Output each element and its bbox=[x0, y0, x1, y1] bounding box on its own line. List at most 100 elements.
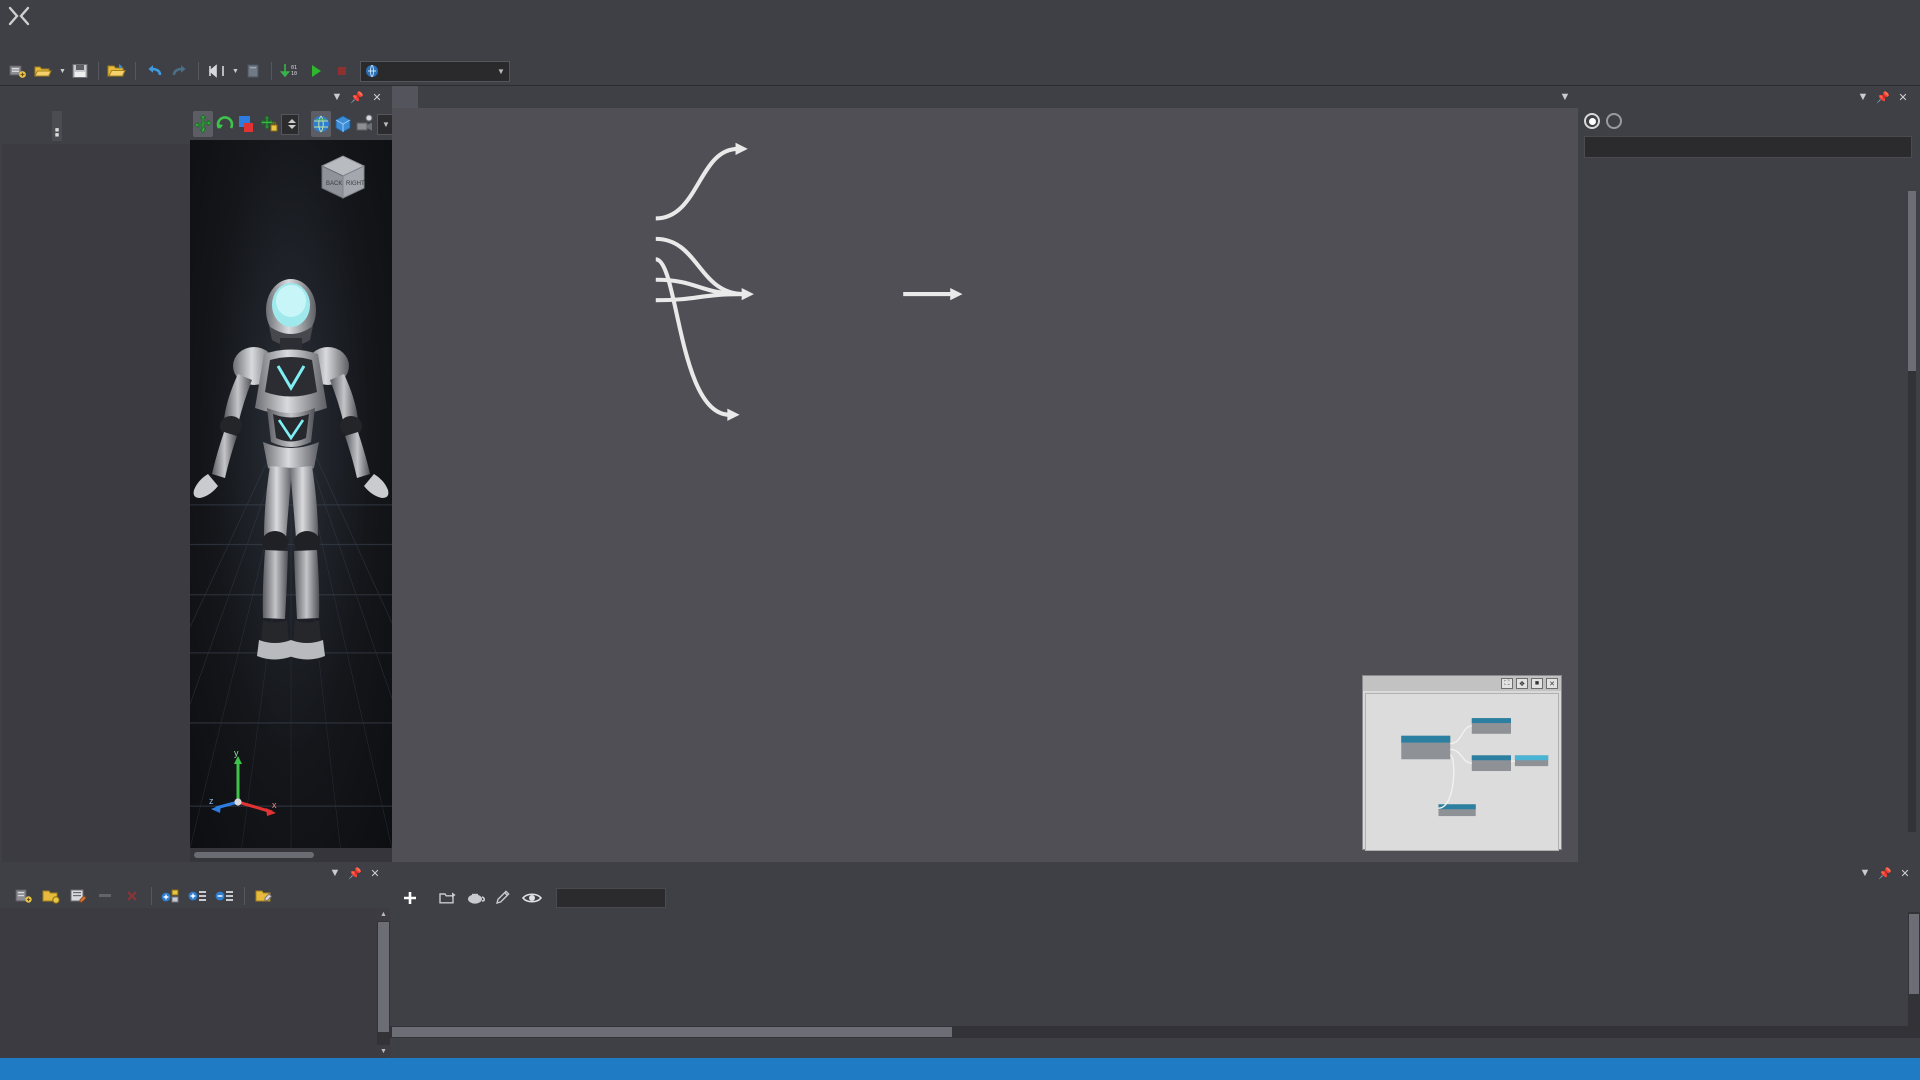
menu-edit[interactable] bbox=[28, 42, 50, 48]
property-search-box[interactable] bbox=[1584, 136, 1912, 158]
main-area: ▼ 📌 ✕ ■ ■ ▼ y x z BACK RIGHT ▼ ⛶ ❖ ■ ✕ ▼… bbox=[0, 86, 1920, 862]
open-folder-icon[interactable] bbox=[105, 59, 129, 83]
collapse-all-icon[interactable] bbox=[213, 884, 237, 908]
minimap-expand-icon[interactable]: ❖ bbox=[1516, 678, 1528, 689]
property-grid-scrollbar[interactable] bbox=[1908, 191, 1916, 832]
asset-grid-vscrollbar[interactable] bbox=[1908, 912, 1920, 1026]
graph-minimap[interactable]: ⛶ ❖ ■ ✕ bbox=[1362, 675, 1562, 851]
eye-icon[interactable] bbox=[520, 886, 544, 910]
search-properties-input[interactable] bbox=[1593, 140, 1911, 154]
menu-project[interactable] bbox=[50, 42, 72, 48]
solution-explorer-close-icon[interactable]: ✕ bbox=[368, 866, 382, 880]
new-folder-icon[interactable] bbox=[436, 886, 460, 910]
asset-view-pin-icon[interactable]: 📌 bbox=[1878, 866, 1892, 880]
chevron-down-icon[interactable]: ▼ bbox=[497, 67, 505, 76]
delete-icon[interactable] bbox=[120, 884, 144, 908]
gizmo-scale-stepper[interactable] bbox=[286, 119, 298, 129]
open-project-icon[interactable] bbox=[32, 59, 56, 83]
camera-preview-icon[interactable] bbox=[355, 111, 375, 137]
asset-filter-input[interactable] bbox=[563, 891, 665, 905]
scene-tree-pane: ■ ■ bbox=[2, 108, 190, 862]
scene-viewport[interactable]: y x z BACK RIGHT bbox=[190, 140, 392, 848]
asset-view-close-icon[interactable]: ✕ bbox=[1898, 866, 1912, 880]
orientation-cube-icon[interactable]: BACK RIGHT bbox=[312, 152, 374, 204]
scroll-down-icon[interactable]: ▼ bbox=[377, 1045, 390, 1058]
snap-icon[interactable] bbox=[259, 111, 279, 137]
viewport-hscrollbar[interactable] bbox=[190, 848, 392, 862]
expand-all-icon[interactable] bbox=[186, 884, 210, 908]
bounding-box-icon[interactable] bbox=[333, 111, 353, 137]
solution-explorer-toolbar bbox=[0, 884, 390, 908]
new-package-icon[interactable] bbox=[12, 884, 36, 908]
minimap-restore-icon[interactable]: ■ bbox=[1531, 678, 1543, 689]
scene-tree-options-icon[interactable]: ■ ■ bbox=[52, 111, 62, 141]
menu-file[interactable] bbox=[6, 42, 28, 48]
property-grid-pin-icon[interactable]: 📌 bbox=[1876, 90, 1890, 104]
solution-explorer-pin-icon[interactable]: 📌 bbox=[348, 866, 362, 880]
package-properties-icon[interactable] bbox=[66, 884, 90, 908]
scene-panel-pin-icon[interactable]: 📌 bbox=[350, 90, 364, 104]
asset-grid-hscrollbar[interactable] bbox=[390, 1026, 1920, 1038]
close-button[interactable] bbox=[1876, 0, 1920, 32]
maximize-button[interactable] bbox=[1832, 0, 1876, 32]
build-dropdown-icon[interactable]: ▼ bbox=[232, 68, 239, 75]
translate-gizmo-icon[interactable] bbox=[193, 111, 213, 137]
tab-graphics-compositor[interactable] bbox=[392, 86, 418, 108]
minimap-close-icon[interactable]: ✕ bbox=[1546, 678, 1558, 689]
add-asset-button[interactable] bbox=[398, 888, 432, 908]
run-icon[interactable] bbox=[304, 59, 328, 83]
edit-icon[interactable] bbox=[492, 886, 516, 910]
open-project-dropdown-icon[interactable]: ▼ bbox=[59, 68, 66, 75]
renderer-radio-off-icon[interactable] bbox=[1606, 113, 1622, 129]
package-icon[interactable] bbox=[241, 59, 265, 83]
property-grid-header: ▼ 📌 ✕ bbox=[1578, 86, 1918, 108]
add-existing-package-icon[interactable] bbox=[39, 884, 63, 908]
save-icon[interactable] bbox=[68, 59, 92, 83]
asset-view-menu-icon[interactable]: ▼ bbox=[1858, 866, 1872, 880]
rotate-gizmo-icon[interactable] bbox=[215, 111, 235, 137]
left-column: ▼ 📌 ✕ ■ ■ ▼ y x z BACK RIGHT bbox=[2, 86, 543, 862]
menu-bar bbox=[0, 32, 1920, 57]
menu-help[interactable] bbox=[94, 42, 116, 48]
gizmo-scale-input[interactable] bbox=[281, 113, 299, 135]
solution-explorer-menu-icon[interactable]: ▼ bbox=[328, 866, 342, 880]
scene-panel-close-icon[interactable]: ✕ bbox=[370, 90, 384, 104]
update-icon[interactable]: 01 10 bbox=[278, 59, 302, 83]
tab-list-icon[interactable]: ▼ bbox=[1558, 90, 1572, 104]
gamestudio-window: ▼ ▼ 01 10 ▼ ▼ 📌 ✕ ■ ■ ▼ y x z BACK RIGHT… bbox=[0, 0, 1920, 1080]
scroll-up-icon[interactable]: ▲ bbox=[377, 908, 390, 921]
build-icon[interactable] bbox=[205, 59, 229, 83]
asset-filter-box[interactable] bbox=[556, 888, 666, 908]
xenko-logo-icon bbox=[8, 6, 30, 26]
scale-gizmo-icon[interactable] bbox=[237, 111, 257, 137]
chevron-down-icon[interactable]: ▼ bbox=[382, 120, 390, 129]
new-project-icon[interactable] bbox=[6, 59, 30, 83]
add-entity-button[interactable] bbox=[16, 113, 42, 139]
solution-tree-scrollbar[interactable]: ▲ ▼ bbox=[377, 908, 390, 1058]
main-toolbar: ▼ ▼ 01 10 ▼ bbox=[0, 57, 1920, 86]
menu-view[interactable] bbox=[72, 42, 94, 48]
scene-body: ■ ■ ▼ y x z BACK RIGHT bbox=[2, 108, 543, 862]
undo-icon[interactable] bbox=[142, 59, 166, 83]
stop-icon[interactable] bbox=[330, 59, 354, 83]
property-sections[interactable] bbox=[1578, 161, 1918, 842]
renderer-radio-on-icon[interactable] bbox=[1584, 113, 1600, 129]
graph-canvas[interactable]: ⛶ ❖ ■ ✕ bbox=[392, 108, 1578, 862]
add-dependency-icon[interactable] bbox=[159, 884, 183, 908]
redo-icon[interactable] bbox=[168, 59, 192, 83]
asset-tools-icon[interactable] bbox=[464, 886, 488, 910]
remove-package-icon[interactable] bbox=[93, 884, 117, 908]
minimize-button[interactable] bbox=[1788, 0, 1832, 32]
graphics-compositor-panel: ▼ ⛶ ❖ ■ ✕ bbox=[392, 86, 1578, 862]
property-grid-close-icon[interactable]: ✕ bbox=[1896, 90, 1910, 104]
status-bar bbox=[0, 1058, 1920, 1080]
world-space-icon[interactable] bbox=[311, 111, 331, 137]
scene-panel-menu-icon[interactable]: ▼ bbox=[330, 90, 344, 104]
axis-gizmo-icon: y x z bbox=[209, 750, 277, 816]
open-in-explorer-icon[interactable] bbox=[252, 884, 276, 908]
minimap-fit-icon[interactable]: ⛶ bbox=[1501, 678, 1513, 689]
platform-selector[interactable]: ▼ bbox=[359, 60, 510, 82]
property-grid-menu-icon[interactable]: ▼ bbox=[1856, 90, 1870, 104]
solution-explorer-header: ▼ 📌 ✕ bbox=[0, 862, 390, 884]
minimap-canvas[interactable] bbox=[1365, 693, 1559, 851]
